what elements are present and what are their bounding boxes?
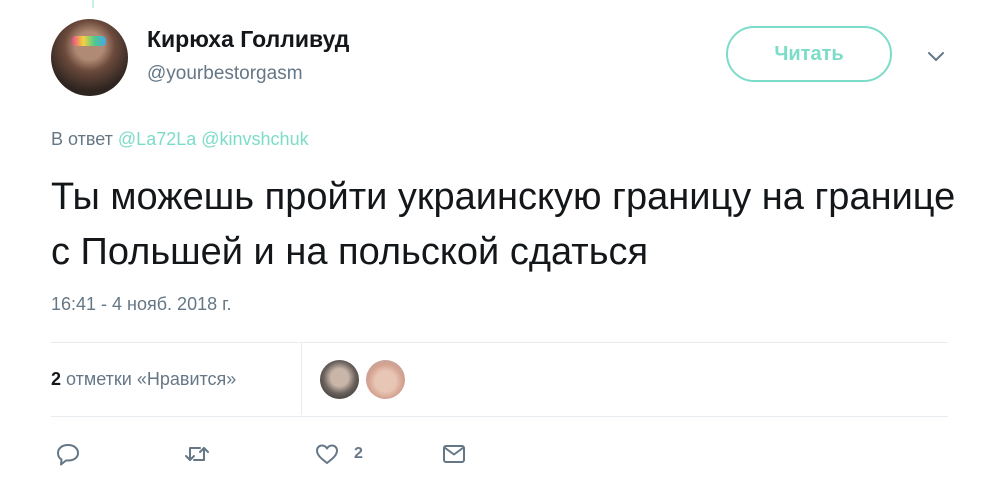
- liker-avatar[interactable]: [320, 360, 359, 399]
- author-handle[interactable]: @yourbestorgasm: [147, 63, 303, 85]
- author-avatar[interactable]: [51, 19, 128, 96]
- divider-top: [51, 342, 948, 343]
- follow-button[interactable]: Читать: [726, 26, 892, 82]
- reply-icon: [57, 444, 79, 466]
- reply-context: В ответ @La72La @kinvshchuk: [51, 129, 309, 150]
- direct-message-button[interactable]: [441, 441, 467, 467]
- likes-count: 2: [51, 369, 62, 389]
- likes-label: отметки «Нравится»: [66, 369, 237, 389]
- author-display-name[interactable]: Кирюха Голливуд: [147, 26, 349, 53]
- tweet-text: Ты можешь пройти украинскую границу на г…: [51, 176, 956, 273]
- divider-bottom: [51, 416, 948, 417]
- avatar-glasses: [72, 36, 106, 46]
- retweet-button[interactable]: [184, 441, 210, 467]
- tweet-timestamp[interactable]: 16:41 - 4 нояб. 2018 г.: [51, 294, 231, 315]
- like-count: 2: [354, 445, 363, 462]
- reply-button[interactable]: [55, 441, 81, 467]
- reply-mention-la72la[interactable]: @La72La: [118, 129, 196, 149]
- chevron-down-icon[interactable]: [925, 48, 947, 64]
- envelope-icon: [443, 445, 465, 463]
- heart-icon: [316, 444, 338, 464]
- reply-mention-kinvshchuk[interactable]: @kinvshchuk: [201, 129, 308, 149]
- liker-avatar[interactable]: [366, 360, 405, 399]
- retweet-icon: [185, 447, 209, 461]
- likes-stat[interactable]: 2 отметки «Нравится»: [51, 369, 236, 390]
- reply-prefix: В ответ: [51, 129, 113, 149]
- thread-line: [92, 0, 94, 8]
- like-button[interactable]: 2: [314, 441, 363, 467]
- stat-separator: [301, 342, 302, 415]
